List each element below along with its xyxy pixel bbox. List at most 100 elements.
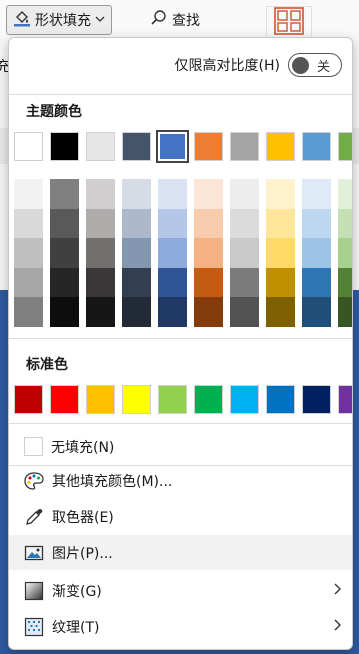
standard-color-swatch[interactable] <box>302 385 331 414</box>
theme-color-swatch[interactable] <box>86 132 115 161</box>
standard-color-swatch[interactable] <box>50 385 79 414</box>
shade-swatch[interactable] <box>158 208 187 238</box>
shade-swatch[interactable] <box>14 179 43 209</box>
shade-swatch[interactable] <box>50 179 79 209</box>
more-fill-colors-item[interactable]: 其他填充颜色(M)... <box>9 463 352 498</box>
shade-swatch[interactable] <box>338 267 352 297</box>
theme-color-swatch[interactable] <box>194 132 223 161</box>
theme-color-swatch[interactable] <box>14 132 43 161</box>
theme-color-swatch[interactable] <box>338 132 352 161</box>
theme-color-swatch[interactable] <box>122 132 151 161</box>
shade-swatch[interactable] <box>302 297 331 327</box>
shade-swatch[interactable] <box>230 208 259 238</box>
gradient-label: 渐变(G) <box>52 583 102 600</box>
shade-swatch[interactable] <box>194 267 223 297</box>
gradient-item[interactable]: 渐变(G) <box>9 573 352 608</box>
eyedropper-icon <box>24 507 44 527</box>
shade-column <box>194 179 223 327</box>
shade-swatch[interactable] <box>338 297 352 327</box>
shade-swatch[interactable] <box>194 238 223 268</box>
no-fill-label: 无填充(N) <box>51 439 115 456</box>
shade-swatch[interactable] <box>122 179 151 209</box>
theme-color-swatch[interactable] <box>50 132 79 161</box>
shade-swatch[interactable] <box>266 267 295 297</box>
eyedropper-item[interactable]: 取色器(E) <box>9 499 352 534</box>
shape-fill-button[interactable]: 形状填充 <box>6 5 112 35</box>
shade-swatch[interactable] <box>86 238 115 268</box>
standard-color-swatch[interactable] <box>158 385 187 414</box>
shade-swatch[interactable] <box>86 267 115 297</box>
theme-color-swatch[interactable] <box>302 132 331 161</box>
high-contrast-row[interactable]: 仅限高对比度(H) 关 <box>9 50 352 80</box>
standard-colors-title: 标准色 <box>26 357 68 373</box>
theme-color-swatch[interactable] <box>266 132 295 161</box>
shade-swatch[interactable] <box>158 179 187 209</box>
shade-swatch[interactable] <box>158 238 187 268</box>
shade-swatch[interactable] <box>302 179 331 209</box>
shade-swatch[interactable] <box>302 208 331 238</box>
eyedropper-label: 取色器(E) <box>52 509 114 526</box>
shade-swatch[interactable] <box>122 238 151 268</box>
shade-swatch[interactable] <box>14 297 43 327</box>
shade-swatch[interactable] <box>194 297 223 327</box>
shade-swatch[interactable] <box>230 297 259 327</box>
arrange-button[interactable] <box>266 6 312 40</box>
standard-color-swatch[interactable] <box>122 385 151 414</box>
shade-swatch[interactable] <box>338 208 352 238</box>
shade-swatch[interactable] <box>14 267 43 297</box>
picture-icon <box>24 543 44 563</box>
shade-swatch[interactable] <box>86 208 115 238</box>
shade-swatch[interactable] <box>14 238 43 268</box>
shade-swatch[interactable] <box>230 267 259 297</box>
shade-swatch[interactable] <box>158 267 187 297</box>
standard-color-swatch[interactable] <box>338 385 352 414</box>
shade-column <box>158 179 187 327</box>
palette-icon <box>24 471 44 491</box>
standard-color-swatch[interactable] <box>86 385 115 414</box>
high-contrast-toggle[interactable]: 关 <box>288 53 342 77</box>
standard-color-swatch[interactable] <box>266 385 295 414</box>
theme-shade-grid <box>14 179 352 327</box>
shade-swatch[interactable] <box>230 179 259 209</box>
shade-swatch[interactable] <box>50 267 79 297</box>
shade-column <box>338 179 352 327</box>
shade-column <box>230 179 259 327</box>
shade-swatch[interactable] <box>266 297 295 327</box>
texture-item[interactable]: 纹理(T) <box>9 609 352 644</box>
find-button[interactable]: 查找 <box>144 5 206 35</box>
theme-color-swatch[interactable] <box>230 132 259 161</box>
no-fill-item[interactable]: 无填充(N) <box>9 429 352 464</box>
shade-swatch[interactable] <box>122 297 151 327</box>
toggle-knob <box>292 56 309 74</box>
shade-column <box>266 179 295 327</box>
shade-swatch[interactable] <box>266 208 295 238</box>
more-fill-colors-label: 其他填充颜色(M)... <box>52 473 173 490</box>
shade-swatch[interactable] <box>86 179 115 209</box>
shade-swatch[interactable] <box>302 267 331 297</box>
shade-swatch[interactable] <box>266 238 295 268</box>
shade-swatch[interactable] <box>122 208 151 238</box>
standard-color-swatch[interactable] <box>230 385 259 414</box>
standard-color-swatch[interactable] <box>194 385 223 414</box>
shade-swatch[interactable] <box>50 297 79 327</box>
shade-swatch[interactable] <box>302 238 331 268</box>
picture-fill-item[interactable]: 图片(P)... <box>9 535 352 570</box>
shade-swatch[interactable] <box>50 208 79 238</box>
shade-swatch[interactable] <box>158 297 187 327</box>
shade-swatch[interactable] <box>122 267 151 297</box>
chevron-right-icon <box>332 582 342 600</box>
shade-swatch[interactable] <box>266 179 295 209</box>
shade-swatch[interactable] <box>230 238 259 268</box>
theme-color-swatch[interactable] <box>156 130 189 163</box>
shade-swatch[interactable] <box>338 179 352 209</box>
shade-column <box>122 179 151 327</box>
shade-swatch[interactable] <box>14 208 43 238</box>
shade-column <box>86 179 115 327</box>
shade-swatch[interactable] <box>86 297 115 327</box>
shade-swatch[interactable] <box>338 238 352 268</box>
shade-swatch[interactable] <box>194 179 223 209</box>
shade-swatch[interactable] <box>50 238 79 268</box>
shade-column <box>14 179 43 327</box>
shade-swatch[interactable] <box>194 208 223 238</box>
standard-color-swatch[interactable] <box>14 385 43 414</box>
